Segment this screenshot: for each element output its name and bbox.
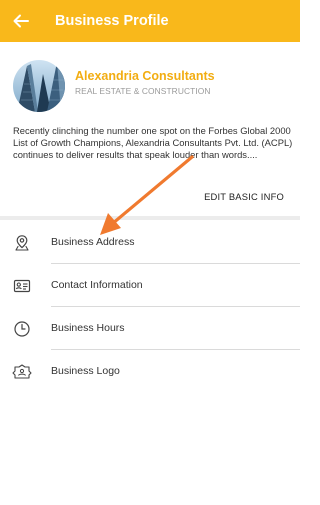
business-avatar[interactable] xyxy=(13,60,65,112)
edit-basic-info-button[interactable]: EDIT BASIC INFO xyxy=(204,191,284,202)
page-title: Business Profile xyxy=(55,13,169,29)
menu-item-label: Contact Information xyxy=(51,279,143,291)
section-divider xyxy=(0,216,300,220)
business-category: REAL ESTATE & CONSTRUCTION xyxy=(75,86,211,96)
menu-item-business-logo[interactable]: Business Logo xyxy=(0,350,300,393)
arrow-left-icon xyxy=(13,14,29,28)
profile-menu: Business Address Contact Information Bus… xyxy=(0,221,300,393)
business-name: Alexandria Consultants xyxy=(75,69,215,83)
menu-item-label: Business Address xyxy=(51,236,135,248)
map-pin-icon xyxy=(12,233,32,253)
business-description: Recently clinching the number one spot o… xyxy=(13,125,293,160)
menu-item-contact-information[interactable]: Contact Information xyxy=(0,264,300,307)
back-button[interactable] xyxy=(0,0,42,42)
logo-badge-icon xyxy=(12,362,32,382)
menu-item-business-address[interactable]: Business Address xyxy=(0,221,300,264)
menu-item-business-hours[interactable]: Business Hours xyxy=(0,307,300,350)
app-bar: Business Profile xyxy=(0,0,300,42)
skyscraper-image xyxy=(13,60,65,112)
contact-card-icon xyxy=(12,276,32,296)
menu-item-label: Business Hours xyxy=(51,322,125,334)
clock-icon xyxy=(12,319,32,339)
menu-item-label: Business Logo xyxy=(51,365,120,377)
